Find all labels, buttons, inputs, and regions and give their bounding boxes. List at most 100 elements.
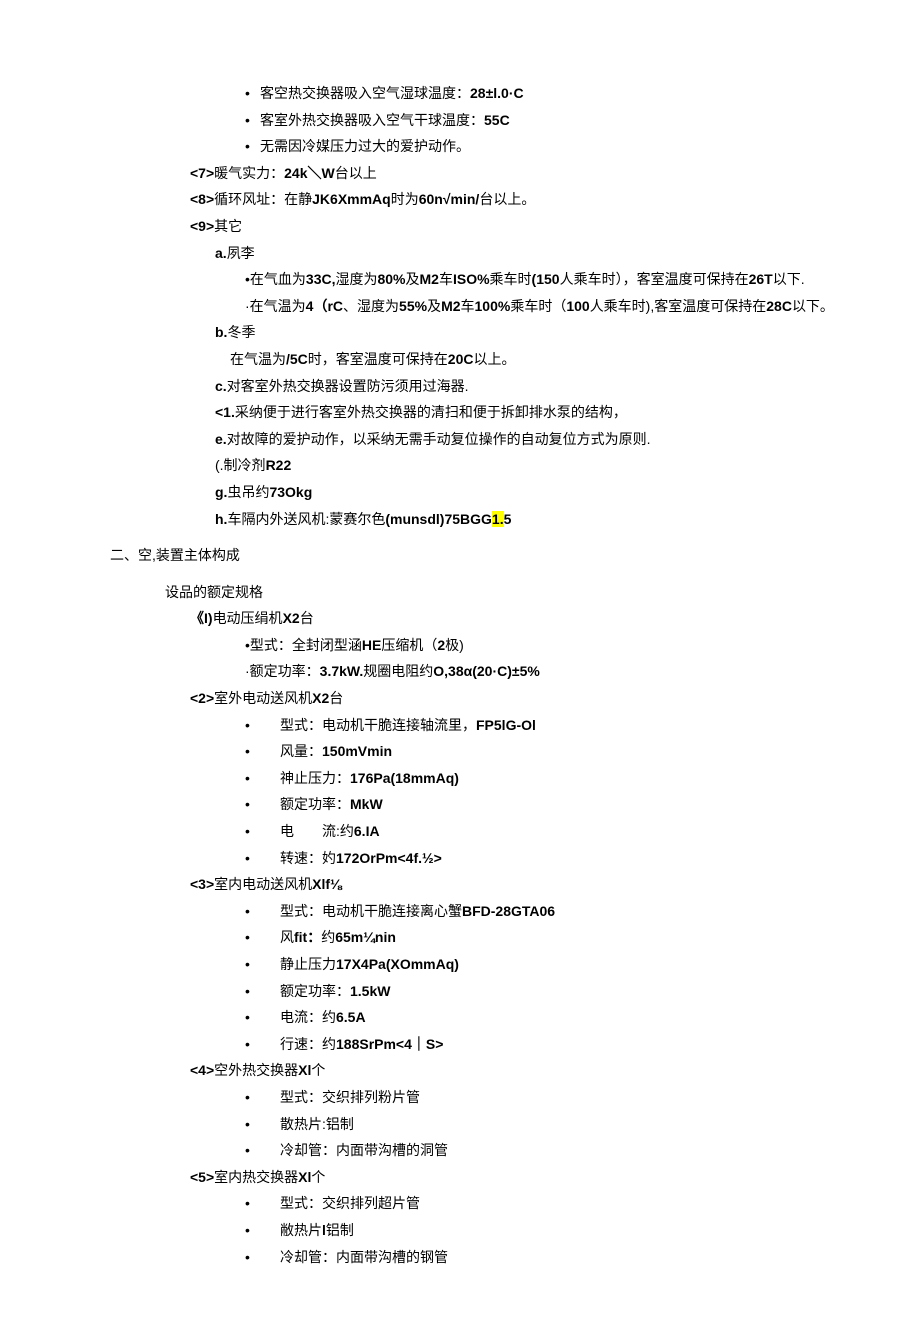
v: 26T	[749, 271, 773, 287]
text: 循环风址：在静	[214, 191, 312, 207]
line-7: <7>暖气实力：24k＼W台以上	[50, 160, 870, 187]
text: 时，客室温度可保持在	[308, 351, 448, 367]
v: ISO%	[453, 271, 490, 287]
text: 散热片:铝制	[280, 1116, 354, 1132]
sub-a-2: ·在气温为4（rC、湿度为55%及M2车100%乘车时（100人乘车时),客室温…	[50, 293, 870, 320]
text: 冬季	[227, 324, 255, 340]
v: /5C	[286, 351, 308, 367]
value: 28±l.0·C	[470, 85, 524, 101]
text: 额定功率：	[280, 983, 350, 999]
v: Xl	[298, 1169, 311, 1185]
text: 无需因冷媒压力过大的爱护动作。	[260, 138, 470, 154]
sub-a-1: •在气血为33C,湿度为80%及M2车ISO%乘车时(150人乘车时），客室温度…	[50, 266, 870, 293]
highlight: 1.	[492, 511, 504, 527]
label: e.	[215, 431, 227, 447]
label: a.	[215, 245, 227, 261]
v: 20C	[448, 351, 474, 367]
text: •型式：全封闭型涵	[245, 637, 362, 653]
text: •在气血为	[245, 271, 306, 287]
text: 对故障的爱护动作，以采纳无需手动复位操作的自动复位方式为原则.	[227, 431, 651, 447]
text: 采纳便于进行客室外热交换器的清扫和便于拆卸排水泵的结构，	[235, 404, 627, 420]
sub-h: h.车隔内外送风机:蒙赛尔色(munsdl)75BGG1.5	[50, 506, 870, 533]
text: 湿度为	[335, 271, 377, 287]
v: 100%	[475, 298, 511, 314]
text: 以上。	[473, 351, 515, 367]
text: 静止压力	[280, 956, 336, 972]
tag: 《I)	[190, 610, 213, 626]
text: 及	[427, 298, 441, 314]
text: 型式：交织排列超片管	[280, 1195, 420, 1211]
tag: <4>	[190, 1062, 214, 1078]
list-item: 转速：妁172OrPm<4f.½>	[50, 845, 870, 872]
text: 电 流:约	[280, 823, 354, 839]
v: 150mVmin	[322, 743, 392, 759]
label: h.	[215, 511, 227, 527]
text: 客空热交换器吸入空气湿球温度：	[260, 85, 470, 101]
text: 冷却管：内面带沟槽的钢管	[280, 1249, 448, 1265]
item-1-s1: •型式：全封闭型涵HE压缩机（2极)	[50, 632, 870, 659]
text: 以下。	[792, 298, 834, 314]
tag: <9>	[190, 218, 214, 234]
v: 80%	[377, 271, 405, 287]
text: 在气温为	[230, 351, 286, 367]
v: 4（rC	[306, 298, 343, 314]
text: 车	[439, 271, 453, 287]
text: 室外电动送风机	[214, 690, 312, 706]
sub-b-1: 在气温为/5C时，客室温度可保持在20C以上。	[50, 346, 870, 373]
sub-f: (.制冷剂R22	[50, 452, 870, 479]
v: 172OrPm<4f.½>	[336, 850, 442, 866]
text: 个	[311, 1062, 325, 1078]
list-item: 电流：约6.5A	[50, 1004, 870, 1031]
sub-b: b.冬季	[50, 319, 870, 346]
list-item: 电 流:约6.IA	[50, 818, 870, 845]
v: fit：	[294, 929, 321, 945]
list-item: 型式：电动机干脆连接轴流里，FP5lG-Ol	[50, 712, 870, 739]
text: 极)	[445, 637, 464, 653]
label: <1.	[215, 404, 235, 420]
section-2-title: 二、空,装置主体构成	[50, 542, 870, 569]
value: 60n√min/	[419, 191, 480, 207]
text: 压缩机（	[381, 637, 437, 653]
list-item: 型式：交织排列粉片管	[50, 1084, 870, 1111]
v: 65m¼nin	[335, 929, 396, 945]
text: 型式：电动机干脆连接轴流里，	[280, 717, 476, 733]
list-item: 神止压力：176Pa(18mmAq)	[50, 765, 870, 792]
sub-c1: <1.采纳便于进行客室外热交换器的清扫和便于拆卸排水泵的结构，	[50, 399, 870, 426]
v: 176Pa(18mmAq)	[350, 770, 459, 786]
text: 铝制	[326, 1222, 354, 1238]
section-2-sub: 设品的额定规格	[50, 579, 870, 606]
text: 电动压绢机	[213, 610, 283, 626]
sub-c: c.对客室外热交换器设置防污须用过海器.	[50, 373, 870, 400]
text: 型式：电动机干脆连接离心蟹	[280, 903, 462, 919]
v: BFD-28GTA06	[462, 903, 555, 919]
item-1-s2: ·额定功率：3.7kW.规圈电阻约O,38α(20·C)±5%	[50, 658, 870, 685]
text: 对客室外热交换器设置防污须用过海器.	[227, 378, 469, 394]
tag: <5>	[190, 1169, 214, 1185]
list-item: 无需因冷媒压力过大的爱护动作。	[50, 133, 870, 160]
sub-a: a.夙李	[50, 240, 870, 267]
list-item: 型式：电动机干脆连接离心蟹BFD-28GTA06	[50, 898, 870, 925]
v: Xlf⅛	[312, 876, 342, 892]
v: HE	[362, 637, 381, 653]
text: 行速：约	[280, 1036, 336, 1052]
text: 人乘车时），客室温度可保持在	[560, 271, 749, 287]
v: 6.5A	[336, 1009, 366, 1025]
text: 室内电动送风机	[214, 876, 312, 892]
text: 额定功率：	[280, 796, 350, 812]
list-item: 行速：约188SrPm<4｜S>	[50, 1031, 870, 1058]
text: 设品的额定规格	[165, 584, 263, 600]
list-item: 额定功率：MkW	[50, 791, 870, 818]
v: 33C,	[306, 271, 336, 287]
text: 个	[311, 1169, 325, 1185]
text: 规圈电阻约	[363, 663, 433, 679]
label: c.	[215, 378, 227, 394]
text: 台	[300, 610, 314, 626]
text: 及	[406, 271, 420, 287]
text: 型式：交织排列粉片管	[280, 1089, 420, 1105]
v: O,38α(20·C)±5%	[433, 663, 540, 679]
v: M2	[420, 271, 439, 287]
text: 乘车时（	[510, 298, 566, 314]
v: R22	[266, 457, 292, 473]
item-3: <3>室内电动送风机Xlf⅛	[50, 871, 870, 898]
list-item: 风量：150mVmin	[50, 738, 870, 765]
